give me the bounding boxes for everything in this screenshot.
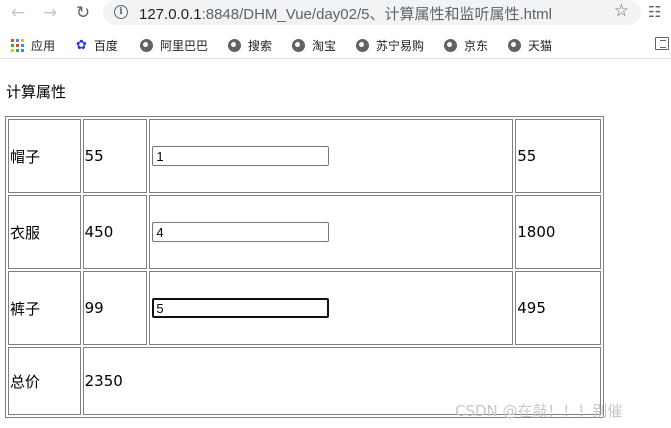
globe-icon (140, 38, 153, 52)
bookmark-taobao[interactable]: 淘宝 (292, 36, 336, 54)
item-price: 99 (82, 271, 148, 345)
globe-icon (292, 38, 305, 52)
globe-icon (444, 38, 457, 52)
apps-grid-icon (11, 38, 24, 52)
page-title: 计算属性 (6, 83, 67, 101)
bookmark-label: 百度 (93, 38, 118, 53)
extensions-icon[interactable]: ☷ (648, 3, 661, 21)
bookmark-label: 搜索 (248, 38, 273, 53)
site-info-icon[interactable]: i (114, 5, 128, 19)
bookmark-jd[interactable]: 京东 (444, 36, 488, 54)
quantity-cell (149, 195, 514, 269)
item-price: 450 (82, 195, 148, 269)
item-subtotal: 495 (515, 271, 601, 345)
bookmark-label: 天猫 (528, 38, 553, 53)
bookmark-label: 阿里巴巴 (160, 38, 209, 53)
back-arrow-icon[interactable]: ← (6, 2, 30, 24)
table-row: 衣服 450 1800 (8, 195, 601, 269)
total-label: 总价 (8, 347, 81, 415)
reading-list-icon[interactable] (655, 37, 669, 50)
watermark: CSDN @在敲！！！别催 (455, 402, 623, 420)
globe-icon (228, 38, 241, 52)
bookmark-label: 京东 (464, 38, 489, 53)
item-name: 衣服 (8, 195, 81, 269)
quantity-input[interactable] (152, 222, 330, 242)
item-subtotal: 55 (515, 119, 601, 193)
address-url[interactable]: 127.0.0.1:8848/DHM_Vue/day02/5、计算属性和监听属性… (139, 3, 552, 24)
bookmark-baidu[interactable]: ✿ 百度 (76, 36, 118, 54)
url-path: :8848/DHM_Vue/day02/5、计算属性和监听属性.html (201, 6, 552, 23)
url-host: 127.0.0.1 (139, 6, 202, 23)
bookmark-alibaba[interactable]: 阿里巴巴 (140, 36, 208, 54)
browser-toolbar: ← → ↻ i 127.0.0.1:8848/DHM_Vue/day02/5、计… (0, 0, 671, 28)
item-price: 55 (82, 119, 148, 193)
quantity-input[interactable] (152, 146, 330, 166)
bookmark-tmall[interactable]: 天猫 (508, 36, 552, 54)
quantity-cell (149, 119, 514, 193)
forward-arrow-icon[interactable]: → (38, 2, 62, 24)
item-subtotal: 1800 (515, 195, 601, 269)
item-name: 帽子 (8, 119, 81, 193)
cart-table: 帽子 55 55 衣服 450 1800 裤子 99 495 总价 2350 (5, 116, 604, 418)
bookmark-suning[interactable]: 苏宁易购 (356, 36, 424, 54)
globe-icon (356, 38, 369, 52)
bookmarks-bar: 应用 ✿ 百度 阿里巴巴 搜索 淘宝 苏宁易购 京东 天猫 (0, 31, 671, 59)
item-name: 裤子 (8, 271, 81, 345)
bookmark-label: 应用 (31, 38, 56, 53)
quantity-cell (149, 271, 514, 345)
table-row: 帽子 55 55 (8, 119, 601, 193)
quantity-input[interactable] (152, 298, 330, 318)
bookmark-search[interactable]: 搜索 (228, 36, 272, 54)
bookmark-star-icon[interactable]: ☆ (614, 1, 629, 21)
bookmark-label: 淘宝 (312, 38, 337, 53)
bookmark-apps[interactable]: 应用 (11, 36, 55, 54)
bookmark-label: 苏宁易购 (376, 38, 425, 53)
address-bar[interactable]: i 127.0.0.1:8848/DHM_Vue/day02/5、计算属性和监听… (103, 0, 641, 25)
baidu-paw-icon: ✿ (76, 37, 87, 53)
globe-icon (508, 38, 521, 52)
reload-icon[interactable]: ↻ (71, 2, 95, 24)
table-row: 裤子 99 495 (8, 271, 601, 345)
